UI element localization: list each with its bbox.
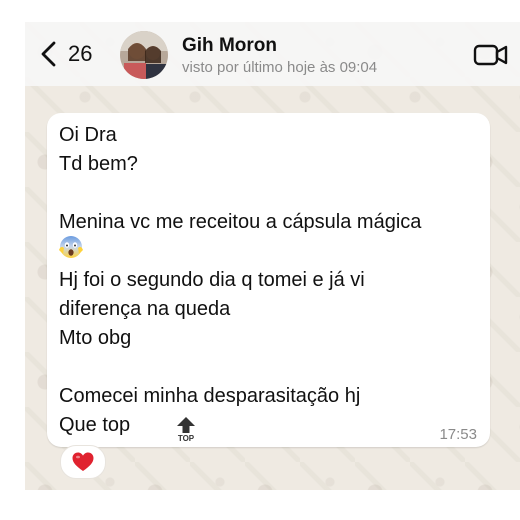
message-line: diferença na queda (59, 298, 231, 320)
chat-screen: 26 Gih Moron visto por último hoje às 09… (25, 22, 520, 490)
contact-name[interactable]: Gih Moron (182, 35, 277, 57)
chat-header: 26 Gih Moron visto por último hoje às 09… (25, 22, 520, 86)
message-line: Oi Dra (59, 124, 117, 146)
message-line: Menina vc me receitou a cápsula mágica (59, 211, 422, 233)
top-emoji-label: TOP (178, 434, 195, 442)
video-call-icon[interactable] (473, 42, 509, 68)
screaming-face-emoji (59, 236, 83, 258)
message-line: Hj foi o segundo dia q tomei e já vi (59, 269, 365, 291)
message-bubble[interactable]: Oi Dra Td bem? Menina vc me receitou a c… (47, 113, 490, 447)
avatar[interactable] (120, 31, 168, 79)
message-timestamp: 17:53 (439, 426, 477, 443)
message-line: Comecei minha desparasitação hj (59, 385, 361, 407)
avatar-photo (120, 31, 168, 79)
message-line: Mto obg (59, 327, 132, 349)
back-button[interactable]: 26 (39, 36, 92, 72)
message-line: Td bem? (59, 153, 138, 175)
top-arrow-emoji: TOP (177, 417, 195, 442)
last-seen-status: visto por último hoje às 09:04 (182, 59, 378, 76)
heart-reaction-icon (72, 452, 94, 471)
unread-count: 26 (68, 41, 93, 66)
reaction-badge[interactable] (60, 445, 106, 479)
message-line: Que top (59, 414, 131, 436)
chevron-left-icon (41, 41, 56, 67)
